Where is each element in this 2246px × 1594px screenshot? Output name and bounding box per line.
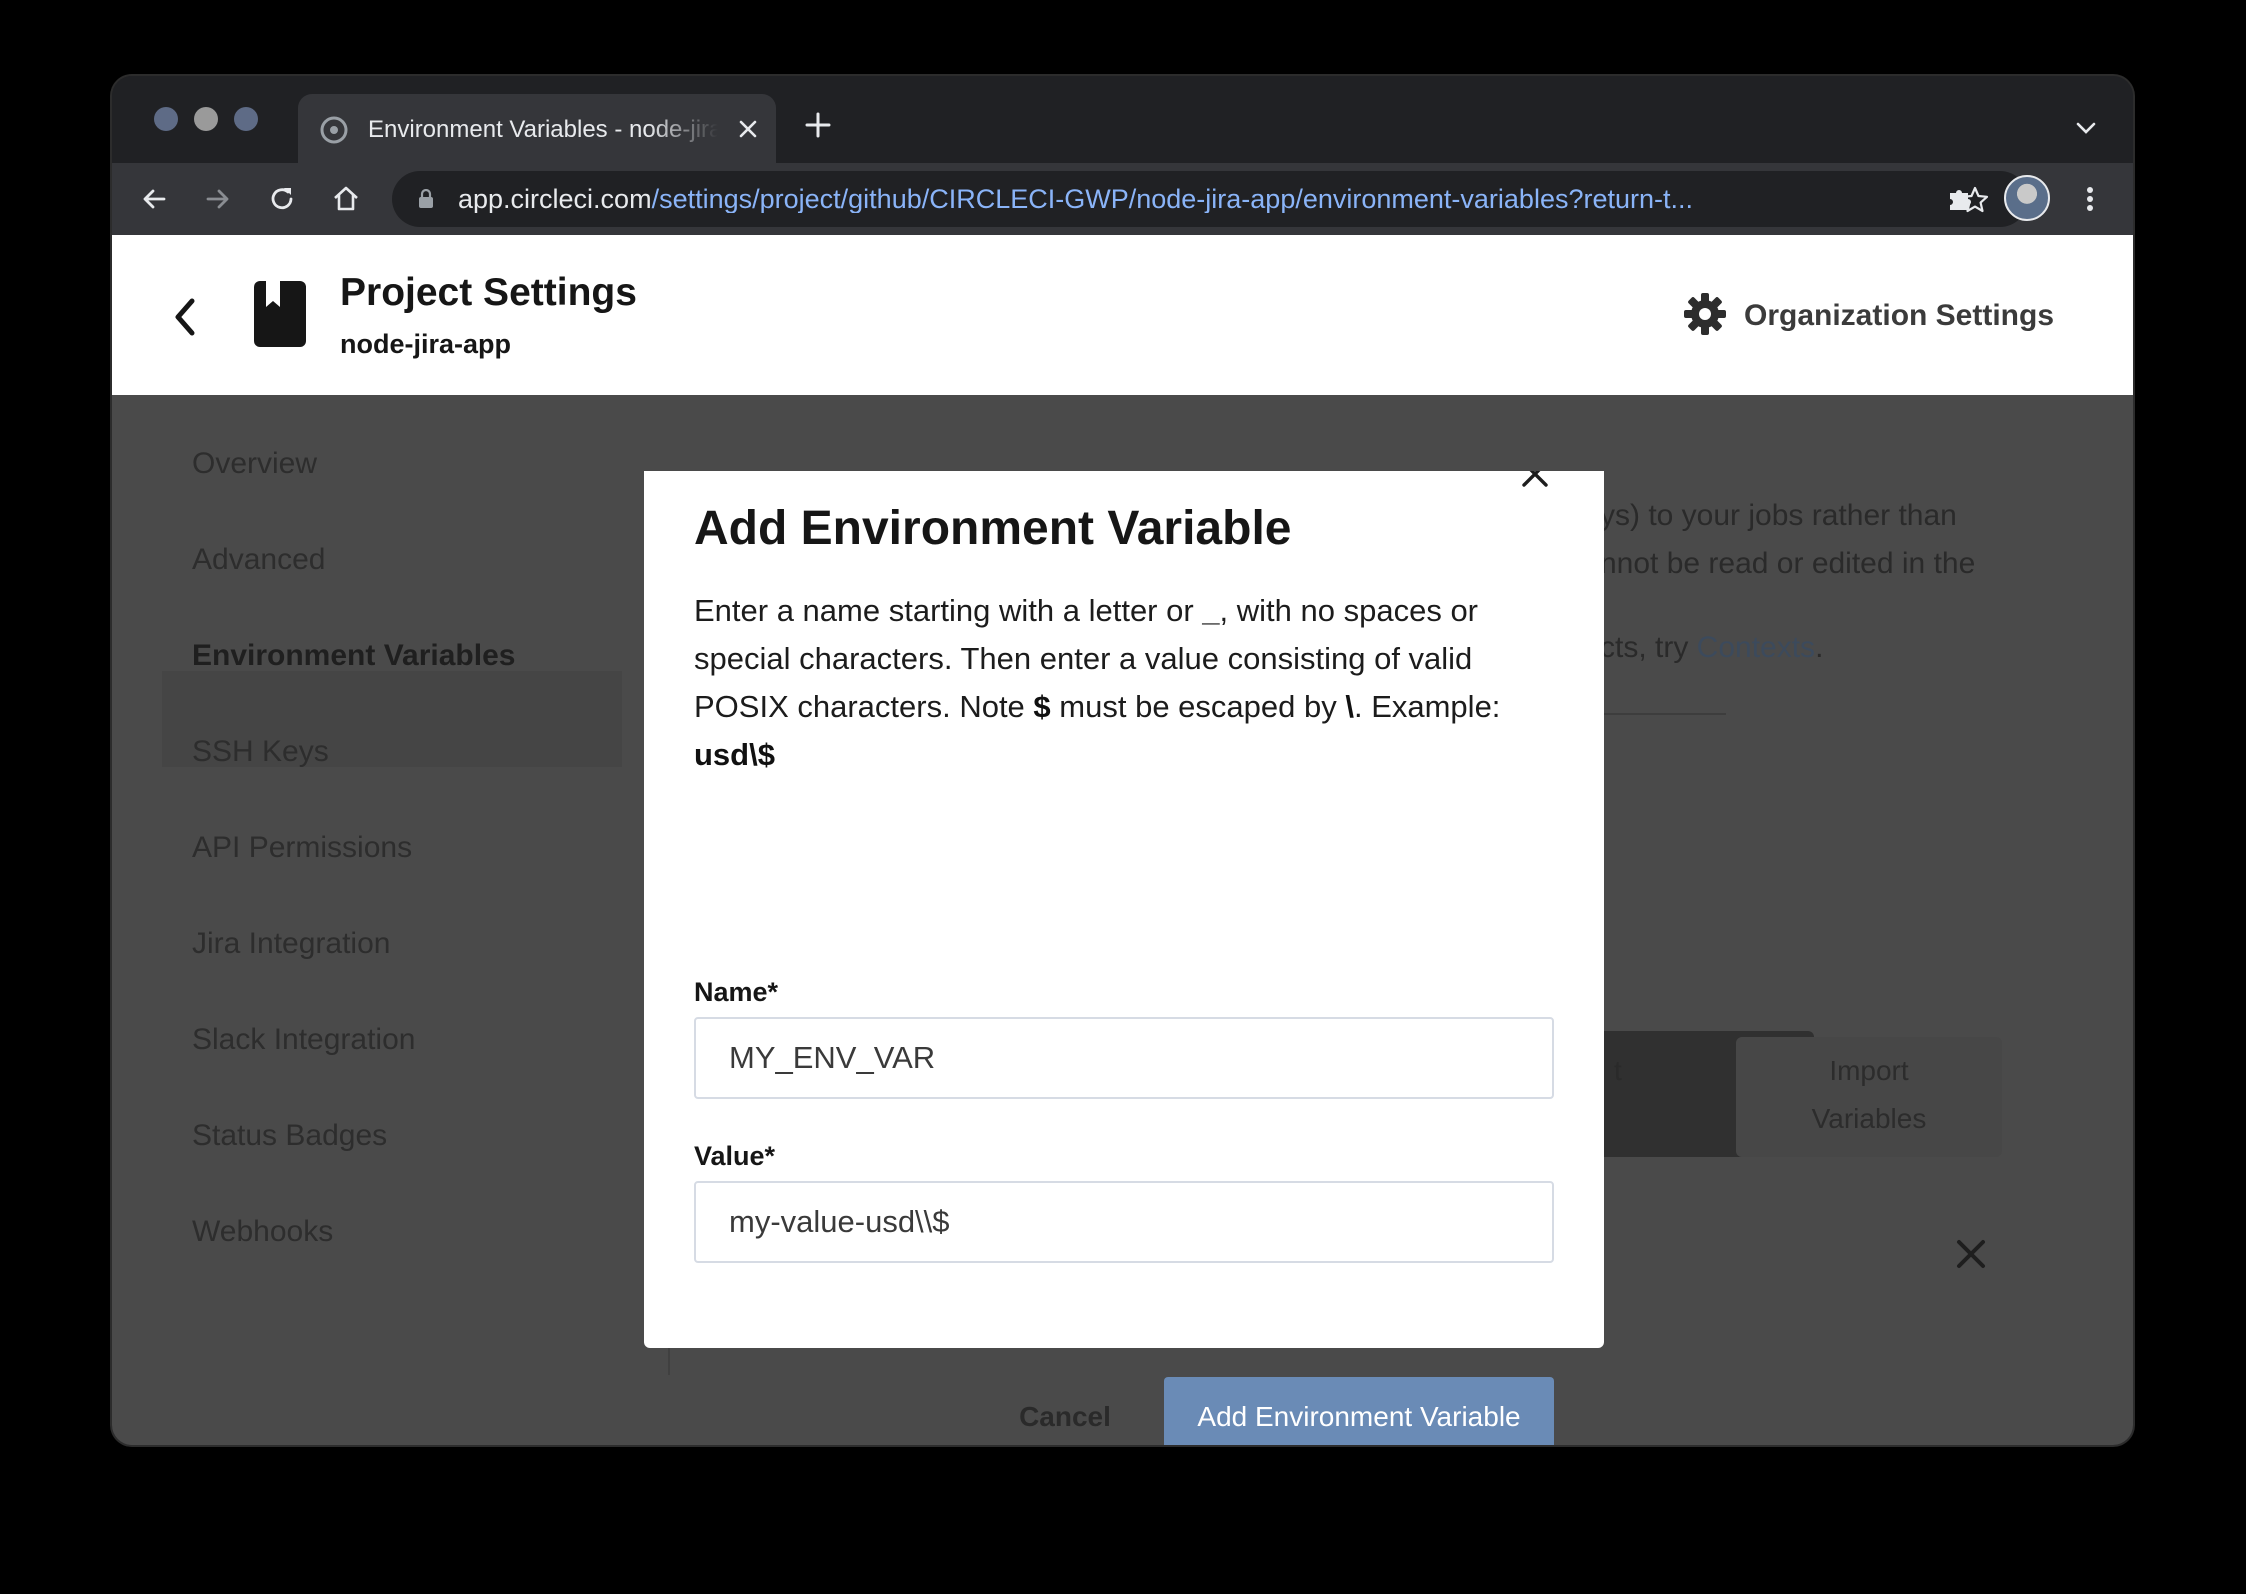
add-environment-variable-button[interactable]: Add Environment Variable (1164, 1377, 1554, 1445)
modal-description: Enter a name starting with a letter or _… (694, 587, 1554, 779)
back-arrow-icon[interactable] (138, 183, 170, 215)
url-path: /settings/project/github/CIRCLECI-GWP/no… (651, 185, 1694, 213)
page-title: Project Settings (340, 271, 637, 314)
tab-title: Environment Variables - node-jira-app (368, 116, 718, 143)
bg-description-line-1: ys) to your jobs rather than (1600, 499, 1957, 532)
desc-backslash: \ (1345, 689, 1354, 724)
window-minimize-dot[interactable] (194, 107, 218, 131)
bg-divider (1604, 713, 1726, 715)
lock-icon (419, 189, 433, 208)
contexts-link[interactable]: Contexts (1697, 631, 1815, 664)
url-text: app.circleci.com/settings/project/github… (458, 185, 1938, 213)
value-field-label: Value* (694, 1141, 776, 1171)
browser-window: Environment Variables - node-jira-app (112, 76, 2133, 1445)
tab-close-icon[interactable] (735, 116, 761, 142)
browser-toolbar: app.circleci.com/settings/project/github… (112, 163, 2133, 235)
settings-sidebar: Overview Advanced Environment Variables … (112, 395, 682, 1445)
organization-settings-label: Organization Settings (1744, 299, 2055, 332)
tab-strip: Environment Variables - node-jira-app (112, 76, 2133, 163)
sidebar-item-advanced[interactable]: Advanced (192, 543, 325, 577)
sidebar-item-jira-integration[interactable]: Jira Integration (192, 927, 390, 961)
project-name: node-jira-app (340, 329, 512, 359)
sidebar-item-overview[interactable]: Overview (192, 447, 317, 481)
modal-title: Add Environment Variable (694, 502, 1292, 555)
desc-example: usd\$ (694, 737, 775, 772)
window-close-dot[interactable] (154, 107, 178, 131)
home-icon[interactable] (330, 183, 362, 215)
name-input[interactable] (694, 1017, 1554, 1099)
sidebar-item-api-permissions[interactable]: API Permissions (192, 831, 412, 865)
import-label-line-1: Import (1829, 1055, 1909, 1086)
bg-description-line-2: nnot be read or edited in the (1600, 547, 1976, 580)
desc-text-4: . Example: (1353, 689, 1501, 724)
close-icon[interactable] (1954, 1237, 1988, 1271)
name-field-label: Name* (694, 977, 779, 1007)
cancel-button[interactable]: Cancel (970, 1377, 1160, 1445)
import-label-line-2: Variables (1811, 1103, 1927, 1134)
profile-avatar[interactable] (2004, 175, 2050, 221)
page-content: Project Settings node-jira-app Organizat… (112, 235, 2133, 1445)
desc-underscore: _ (1202, 593, 1220, 628)
forward-arrow-icon[interactable] (202, 183, 234, 215)
kebab-menu-icon[interactable] (2074, 183, 2106, 215)
address-bar[interactable]: app.circleci.com/settings/project/github… (392, 171, 2028, 227)
bg-contexts-suffix: . (1815, 631, 1824, 664)
desc-text-3: must be escaped by (1050, 689, 1346, 724)
modal-close-icon[interactable] (1520, 471, 1550, 497)
sidebar-item-ssh-keys[interactable]: SSH Keys (192, 735, 329, 769)
puzzle-icon[interactable] (1944, 183, 1976, 215)
import-variables-button[interactable]: Import Variables (1736, 1037, 2002, 1157)
bg-contexts-line: cts, try Contexts. (1600, 631, 1823, 665)
back-chevron-icon[interactable] (170, 297, 200, 337)
value-input[interactable] (694, 1181, 1554, 1263)
sidebar-item-webhooks[interactable]: Webhooks (192, 1215, 333, 1249)
bookmark-book-icon (254, 281, 306, 347)
sidebar-item-status-badges[interactable]: Status Badges (192, 1119, 387, 1153)
new-tab-icon[interactable] (803, 110, 833, 140)
reload-icon[interactable] (266, 183, 298, 215)
circleci-favicon-icon (320, 116, 348, 144)
add-environment-variable-modal: Add Environment Variable Enter a name st… (644, 471, 1604, 1445)
url-host: app.circleci.com (458, 185, 652, 213)
tab-search-chevron-icon[interactable] (2074, 116, 2098, 140)
bg-contexts-prefix: cts, try (1600, 631, 1697, 664)
sidebar-item-environment-variables[interactable]: Environment Variables (192, 639, 515, 673)
desc-text-1: Enter a name starting with a letter or (694, 593, 1203, 628)
add-button-fragment: t (1614, 1055, 1622, 1086)
browser-tab[interactable]: Environment Variables - node-jira-app (298, 94, 776, 163)
sidebar-item-slack-integration[interactable]: Slack Integration (192, 1023, 415, 1057)
desc-dollar: $ (1033, 689, 1051, 724)
gear-icon (1684, 293, 1726, 335)
app-header: Project Settings node-jira-app Organizat… (112, 235, 2133, 395)
window-maximize-dot[interactable] (234, 107, 258, 131)
